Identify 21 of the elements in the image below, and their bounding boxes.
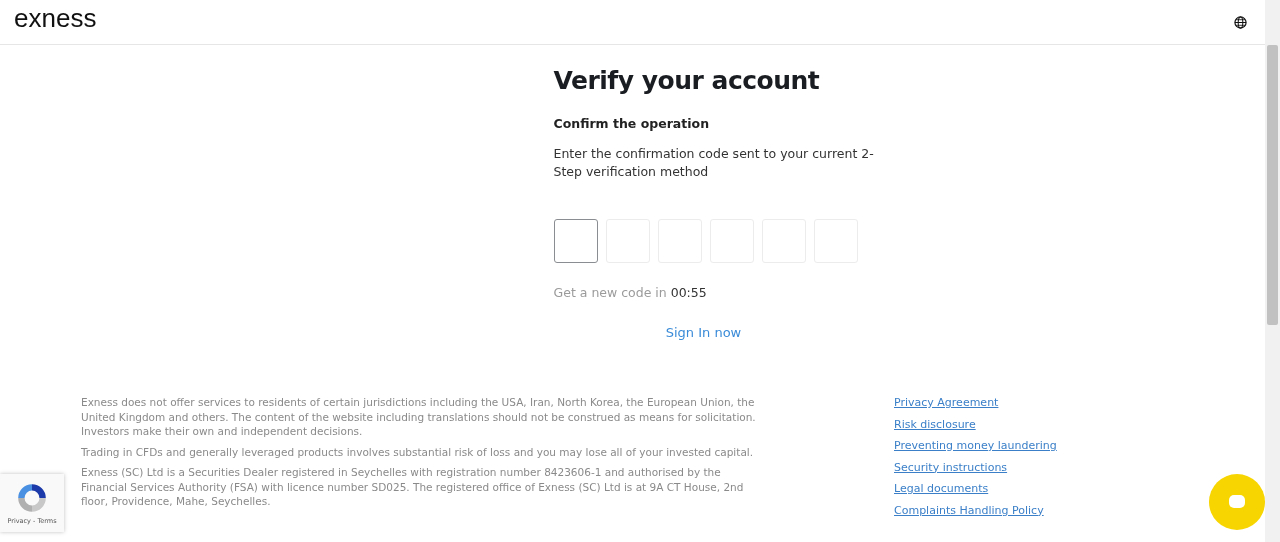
footer-link[interactable]: Risk disclosure xyxy=(894,416,976,433)
disclaimer-text: Exness (SC) Ltd is a Securities Dealer registered in Seychelles with registration number 8423606-1 and authorised by the Financial Services Authority (FSA) with licence number SD025. The registered office of Exness (SC) Ltd is at 9A CT House, 2nd floor, Providence, Mahe, Seychelles. xyxy=(81,465,745,509)
subtitle: Confirm the operation xyxy=(553,116,711,131)
code-digit-field[interactable] xyxy=(553,219,598,263)
instructions: Enter the confirmation code sent to your current 2-Step verification method xyxy=(553,145,875,181)
sign-in-link[interactable]: Sign In now xyxy=(665,325,742,340)
countdown-timer: 00:55 xyxy=(670,285,707,300)
footer-link[interactable]: Preventing money laundering xyxy=(894,438,1057,455)
logo[interactable]: exness xyxy=(14,5,97,31)
recaptcha-icon xyxy=(15,481,49,515)
globe-icon[interactable] xyxy=(1234,15,1247,29)
resend-text: Get a new code in xyxy=(553,285,667,300)
page-title: Verify your account xyxy=(553,66,821,96)
disclaimer-text: Trading in CFDs and generally leveraged products involves substantial risk of loss and you may lose all of your invested capital. xyxy=(81,444,755,459)
footer-link[interactable]: Complaints Handling Policy xyxy=(894,502,1044,519)
scrollbar[interactable] xyxy=(1265,0,1280,542)
footer-link[interactable]: Security instructions xyxy=(894,459,1008,476)
chat-button[interactable] xyxy=(1209,474,1265,530)
footer-link[interactable]: Privacy Agreement xyxy=(894,395,999,412)
disclaimer-text: Exness does not offer services to residents of certain jurisdictions including the USA, Iran, North Korea, the European Union, the United Kingdom and others. The content of the website including translations should not be construed as means for solicitation. Investors make their own and independent decisions. xyxy=(81,395,757,439)
footer-link[interactable]: Legal documents xyxy=(894,481,989,498)
